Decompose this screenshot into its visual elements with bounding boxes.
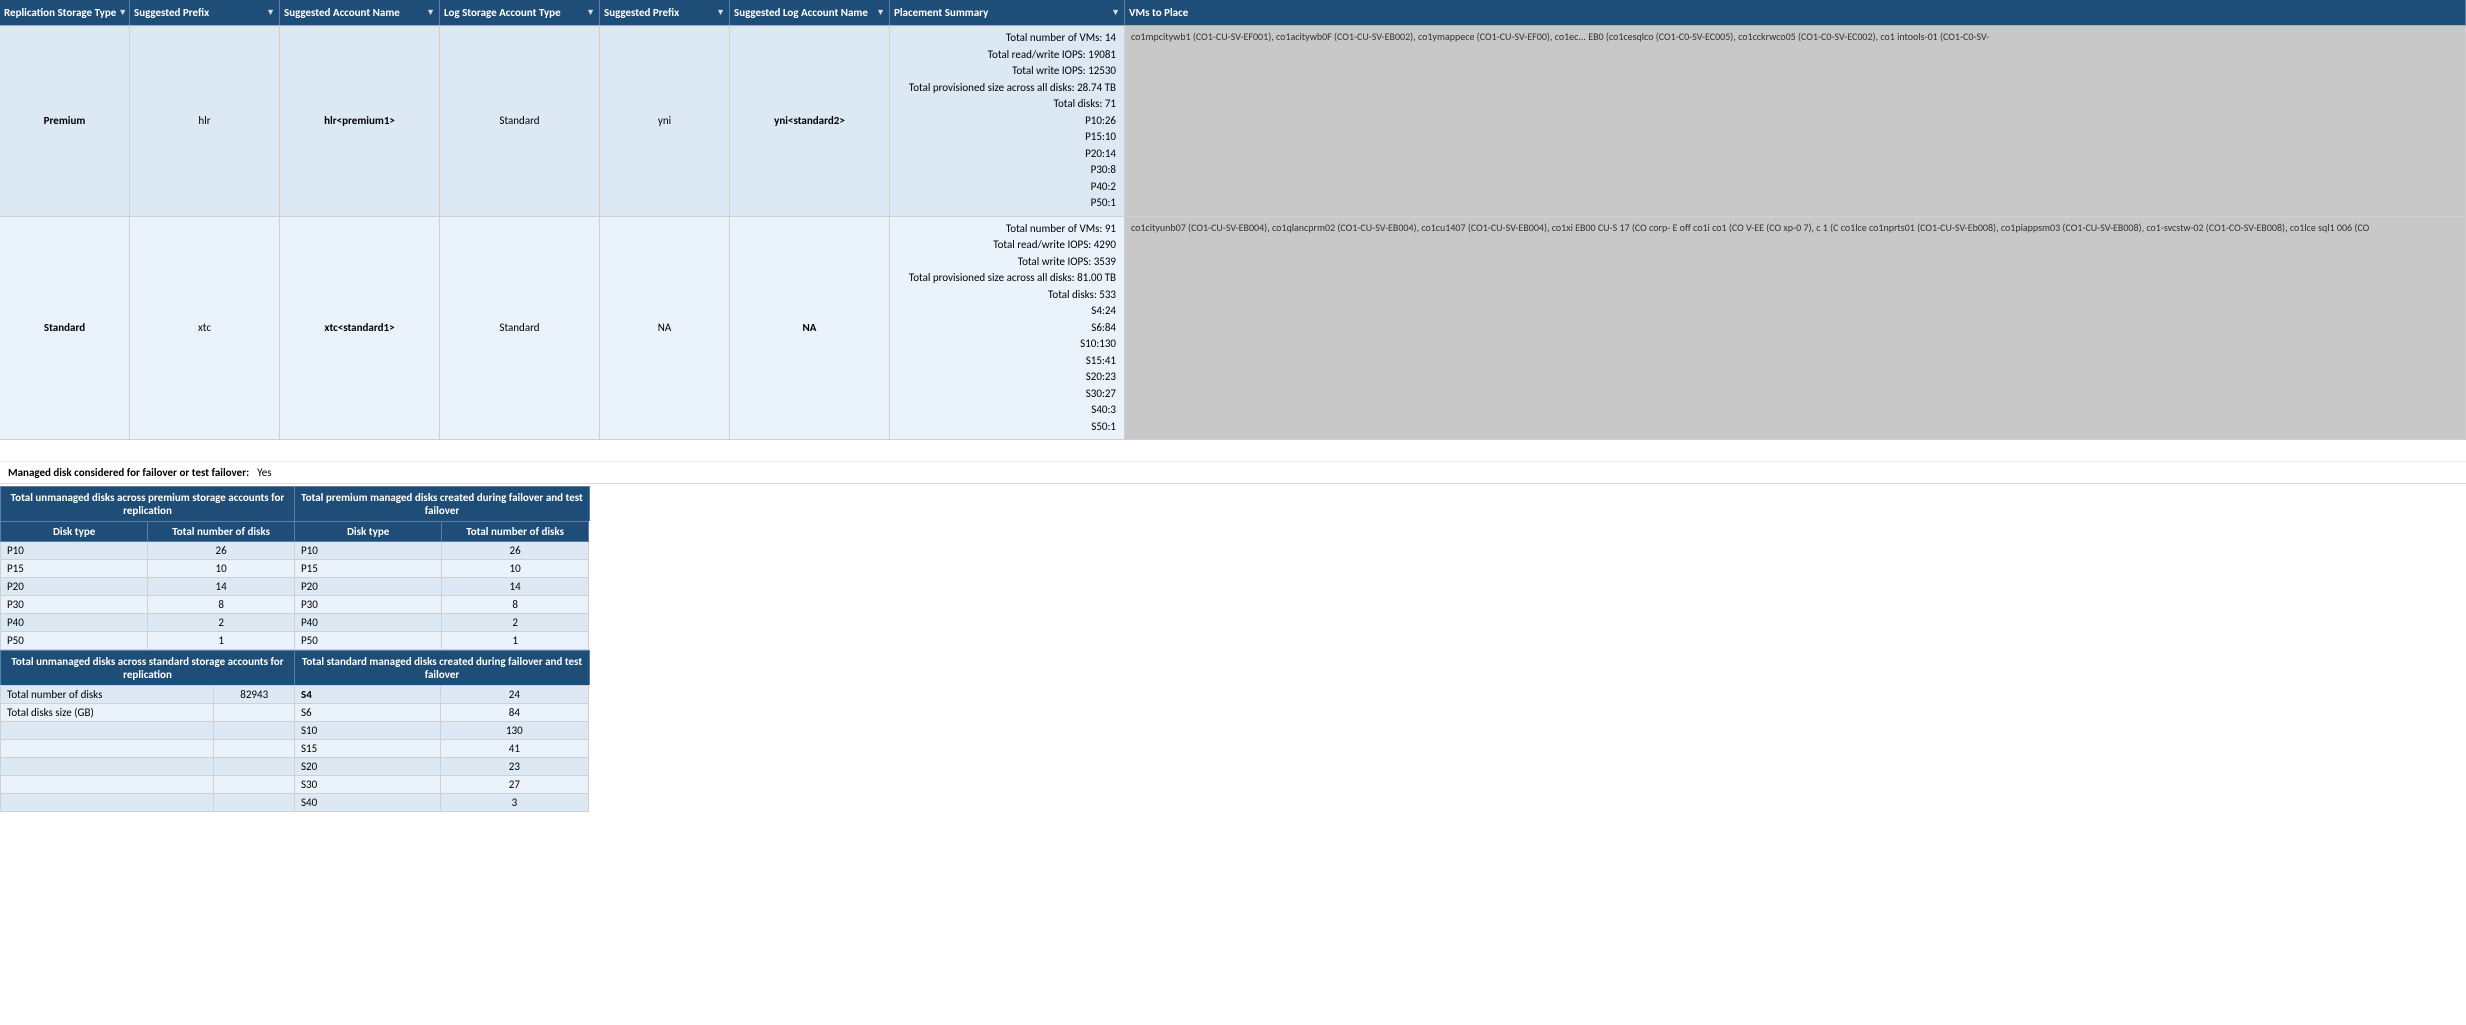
cell-log-storage-standard: Standard <box>440 217 600 440</box>
filter-icon[interactable]: ▼ <box>426 7 435 18</box>
table-row: P20 14 <box>295 578 589 596</box>
table-row: S10 130 <box>295 722 589 740</box>
standard-managed-table: Total standard managed disks created dur… <box>295 650 590 812</box>
col-header-vms[interactable]: VMs to Place <box>1125 0 2466 25</box>
table-row: P50 1 <box>295 632 589 650</box>
col-header-log-account-name[interactable]: Suggested Log Account Name ▼ <box>730 0 890 25</box>
premium-managed-header: Total premium managed disks created duri… <box>294 486 590 521</box>
table-row: S15 41 <box>295 740 589 758</box>
table-row: P30 8 <box>1 596 295 614</box>
col-header-prefix1[interactable]: Suggested Prefix ▼ <box>130 0 280 25</box>
top-sub-tables: Total unmanaged disks across premium sto… <box>0 486 2466 650</box>
table-row <box>1 758 295 776</box>
table-row: S6 84 <box>295 704 589 722</box>
filter-icon[interactable]: ▼ <box>876 7 885 18</box>
table-row: P10 26 <box>295 542 589 560</box>
col-header-prefix2[interactable]: Suggested Prefix ▼ <box>600 0 730 25</box>
cell-log-storage-premium: Standard <box>440 26 600 216</box>
table-row: P40 2 <box>295 614 589 632</box>
managed-disk-label: Managed disk considered for failover or … <box>8 466 249 479</box>
cell-log-account-name-premium: yni<standard2> <box>730 26 890 216</box>
bottom-sub-tables: Total unmanaged disks across standard st… <box>0 650 2466 812</box>
table-row: P10 26 <box>1 542 295 560</box>
standard-unmanaged-header: Total unmanaged disks across standard st… <box>0 650 295 685</box>
standard-unmanaged-table: Total unmanaged disks across standard st… <box>0 650 295 812</box>
table-row: S40 3 <box>295 794 589 812</box>
vms-premium: co1mpcitywb1 (CO1-CU-SV-EF001), co1acity… <box>1125 26 2466 216</box>
table-row: P30 8 <box>295 596 589 614</box>
filter-icon[interactable]: ▼ <box>1111 7 1120 18</box>
header-row: Replication Storage Type ▼ Suggested Pre… <box>0 0 2466 26</box>
filter-icon[interactable]: ▼ <box>716 7 725 18</box>
col-total-disks-2: Total number of disks <box>442 522 589 542</box>
filter-icon[interactable]: ▼ <box>118 7 127 18</box>
cell-log-account-name-standard: NA <box>730 217 890 440</box>
premium-managed-table: Total premium managed disks created duri… <box>295 486 590 650</box>
empty-row <box>0 440 2466 462</box>
table-row: S20 23 <box>295 758 589 776</box>
sub-tables-section: Total unmanaged disks across premium sto… <box>0 486 2466 812</box>
premium-unmanaged-table: Total unmanaged disks across premium sto… <box>0 486 295 650</box>
managed-disk-value: Yes <box>257 466 271 479</box>
cell-account-name-standard: xtc<standard1> <box>280 217 440 440</box>
premium-unmanaged-header: Total unmanaged disks across premium sto… <box>0 486 295 521</box>
table-row: Total number of disks 82943 <box>1 686 295 704</box>
table-row: P15 10 <box>1 560 295 578</box>
col-header-replication[interactable]: Replication Storage Type ▼ <box>0 0 130 25</box>
spreadsheet: Replication Storage Type ▼ Suggested Pre… <box>0 0 2466 1025</box>
cell-account-name-premium: hlr<premium1> <box>280 26 440 216</box>
data-row-premium: Premium hlr hlr<premium1> Standard yni y… <box>0 26 2466 217</box>
filter-icon[interactable]: ▼ <box>266 7 275 18</box>
table-row <box>1 776 295 794</box>
cell-log-prefix-standard: NA <box>600 217 730 440</box>
placement-summary-standard: Total number of VMs: 91 Total read/write… <box>890 217 1125 440</box>
vms-standard: co1cityunb07 (CO1-CU-SV-EB004), co1qlanc… <box>1125 217 2466 440</box>
cell-replication-standard: Standard <box>0 217 130 440</box>
col-header-placement[interactable]: Placement Summary ▼ <box>890 0 1125 25</box>
table-row: P20 14 <box>1 578 295 596</box>
cell-prefix-standard: xtc <box>130 217 280 440</box>
col-disk-type-2: Disk type <box>295 522 442 542</box>
managed-disk-row: Managed disk considered for failover or … <box>0 462 2466 484</box>
standard-managed-header: Total standard managed disks created dur… <box>294 650 590 685</box>
col-total-disks: Total number of disks <box>148 522 295 542</box>
col-disk-type: Disk type <box>1 522 148 542</box>
table-row: S30 27 <box>295 776 589 794</box>
table-row: P40 2 <box>1 614 295 632</box>
col-header-log-storage[interactable]: Log Storage Account Type ▼ <box>440 0 600 25</box>
table-row: P50 1 <box>1 632 295 650</box>
data-row-standard: Standard xtc xtc<standard1> Standard NA … <box>0 217 2466 441</box>
cell-prefix-premium: hlr <box>130 26 280 216</box>
table-row <box>1 794 295 812</box>
cell-replication-premium: Premium <box>0 26 130 216</box>
table-row: S4 24 <box>295 686 589 704</box>
col-header-account-name[interactable]: Suggested Account Name ▼ <box>280 0 440 25</box>
table-row <box>1 722 295 740</box>
placement-summary-premium: Total number of VMs: 14 Total read/write… <box>890 26 1125 216</box>
table-row <box>1 740 295 758</box>
filter-icon[interactable]: ▼ <box>586 7 595 18</box>
table-row: P15 10 <box>295 560 589 578</box>
cell-log-prefix-premium: yni <box>600 26 730 216</box>
table-row: Total disks size (GB) <box>1 704 295 722</box>
